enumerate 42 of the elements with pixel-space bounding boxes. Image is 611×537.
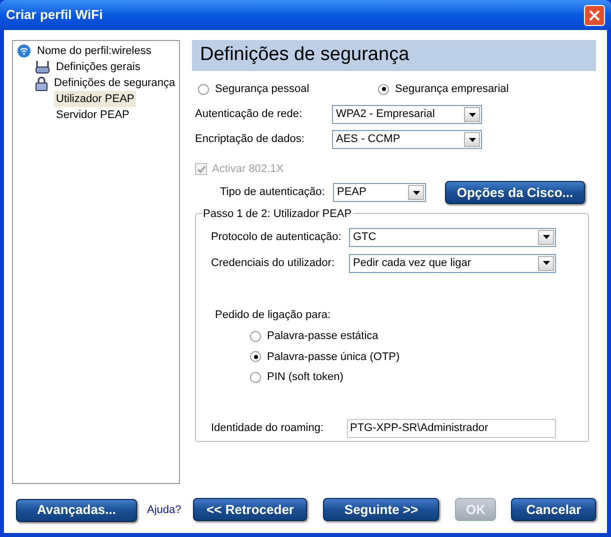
radio-button[interactable] [198, 84, 209, 95]
tree-item[interactable]: Nome do perfil:wireless [35, 42, 154, 60]
radio-button[interactable] [378, 84, 389, 95]
dropdown[interactable]: GTC [349, 228, 556, 246]
close-button[interactable] [584, 4, 605, 26]
radio-button[interactable] [250, 330, 261, 342]
roaming-identity-field[interactable]: PTG-XPP-SR\Administrador [347, 418, 556, 438]
dialog-button[interactable]: << Retroceder [193, 498, 308, 522]
radio-button[interactable] [250, 372, 261, 383]
section-title: Definições de segurança [200, 43, 410, 68]
tree-item[interactable]: Definições gerais [54, 58, 142, 76]
window-title: Criar perfil WiFi [6, 6, 103, 24]
dialog-button[interactable]: Cancelar [511, 498, 596, 522]
dropdown[interactable]: WPA2 - Empresarial [332, 105, 482, 124]
dropdown[interactable]: Pedir cada vez que ligar [349, 254, 556, 272]
tree-item[interactable]: Utilizador PEAP [54, 90, 136, 108]
router-icon [35, 60, 50, 74]
radio-label: Palavra-passe estática [267, 329, 378, 344]
lock-icon [35, 76, 48, 90]
radio-label: PIN (soft token) [267, 370, 344, 385]
prompt-label: Pedido de ligação para: [215, 308, 332, 322]
dialog-button[interactable]: Avançadas... [16, 498, 137, 522]
radio-label: Palavra-passe única (OTP) [267, 350, 400, 364]
field-label: Encriptação de dados: [195, 132, 306, 148]
tree-item[interactable]: Definições de segurança [52, 74, 178, 92]
close-icon [589, 10, 600, 20]
radio-button[interactable] [250, 351, 261, 362]
tree-item[interactable]: Servidor PEAP [54, 106, 132, 124]
dropdown[interactable]: AES - CCMP [332, 130, 482, 149]
field-label: Autenticação de rede: [195, 107, 304, 122]
dialog-button[interactable]: Seguinte >> [323, 498, 440, 522]
dialog-button[interactable]: Opções da Cisco... [445, 180, 585, 204]
checkbox-label: Activar 802.1X [212, 162, 284, 177]
help-link[interactable]: Ajuda? [147, 502, 182, 518]
wifi-icon [17, 44, 31, 58]
radio-label: Segurança empresarial [395, 82, 509, 97]
field-label: Protocolo de autenticação: [211, 230, 342, 245]
radio-label: Segurança pessoal [215, 82, 310, 97]
field-label: Identidade do roaming: [211, 420, 325, 436]
dropdown[interactable]: PEAP [333, 183, 426, 202]
field-label: Tipo de autenticação: [220, 185, 326, 200]
field-label: Credenciais do utilizador: [211, 256, 336, 271]
